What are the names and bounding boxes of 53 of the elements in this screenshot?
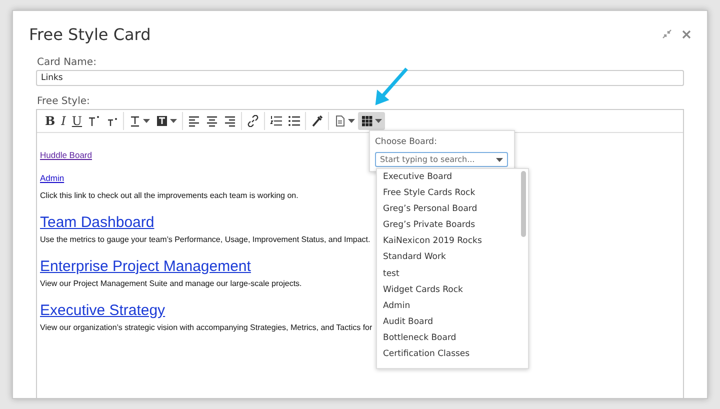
- grid-icon: [361, 115, 374, 127]
- link[interactable]: Huddle Board: [40, 150, 92, 160]
- board-option[interactable]: Executive Board: [377, 169, 528, 186]
- document-icon: [334, 115, 346, 127]
- align-left-icon: [188, 115, 200, 127]
- heading-link[interactable]: Team Dashboard: [40, 214, 154, 231]
- paragraph: View our Project Management Suite and manage our large-scale projects.: [40, 279, 302, 288]
- board-option[interactable]: Admin: [377, 298, 528, 314]
- board-option[interactable]: Free Style Cards Rock: [377, 185, 528, 202]
- toolbar-button[interactable]: B: [42, 112, 58, 130]
- ordered-list-icon: [270, 115, 282, 127]
- link-icon: [247, 115, 260, 127]
- board-option[interactable]: Greg’s Private Boards: [377, 217, 528, 234]
- caret-icon: [496, 158, 503, 162]
- toolbar-button[interactable]: [358, 112, 386, 130]
- card-name-field[interactable]: Links: [36, 70, 684, 86]
- picker-label: Choose Board:: [375, 137, 438, 147]
- heading-link[interactable]: Enterprise Project Management: [40, 258, 251, 275]
- arrow-drawing: [373, 67, 409, 107]
- align-center-icon: [206, 115, 218, 127]
- board-option[interactable]: Widget Cards Rock: [377, 282, 528, 298]
- text-color-icon: [129, 115, 142, 127]
- subscript-icon: [106, 115, 118, 127]
- link[interactable]: Admin: [40, 173, 64, 183]
- field-label: Free Style:: [36, 96, 91, 107]
- board-option[interactable]: Bottleneck Board: [377, 330, 528, 346]
- board-option[interactable]: Standard Work: [377, 249, 528, 266]
- brush-icon: [311, 115, 324, 127]
- collapse-icon[interactable]: [662, 29, 672, 39]
- board-option[interactable]: Certification Classes: [377, 346, 528, 362]
- bullet-list-icon: [288, 115, 300, 127]
- caret-icon: [143, 119, 150, 123]
- board-option[interactable]: KaiNexicon 2019 Rocks: [377, 233, 528, 250]
- paragraph: View our organization’s strategic vision with accompanying Strategies, Metrics, and Tactics for: [40, 323, 372, 332]
- superscript-icon: [88, 115, 100, 127]
- board-option[interactable]: Greg’s Personal Board: [377, 201, 528, 218]
- board-option[interactable]: test: [377, 266, 528, 282]
- caret-icon: [375, 119, 382, 123]
- paragraph: Click this link to check out all the improvements each team is working on.: [40, 191, 298, 200]
- board-option[interactable]: Audit Board: [377, 314, 528, 330]
- caret-icon: [348, 119, 356, 123]
- field-label: Card Name:: [36, 57, 98, 68]
- window-title: Free Style Card: [29, 24, 151, 44]
- heading-link[interactable]: Executive Strategy: [40, 302, 166, 319]
- caret-icon: [170, 119, 178, 123]
- align-right-icon: [224, 115, 236, 127]
- highlight-icon: [156, 115, 168, 127]
- search-field[interactable]: Start typing to search...: [375, 152, 508, 167]
- close-icon[interactable]: [682, 30, 691, 38]
- toolbar-button[interactable]: U: [68, 112, 86, 130]
- toolbar-button[interactable]: I: [58, 112, 69, 130]
- scrollbar: [521, 171, 526, 237]
- paragraph: Use the metrics to gauge your team’s Performance, Usage, Improvement Status, and Impact.: [40, 235, 370, 244]
